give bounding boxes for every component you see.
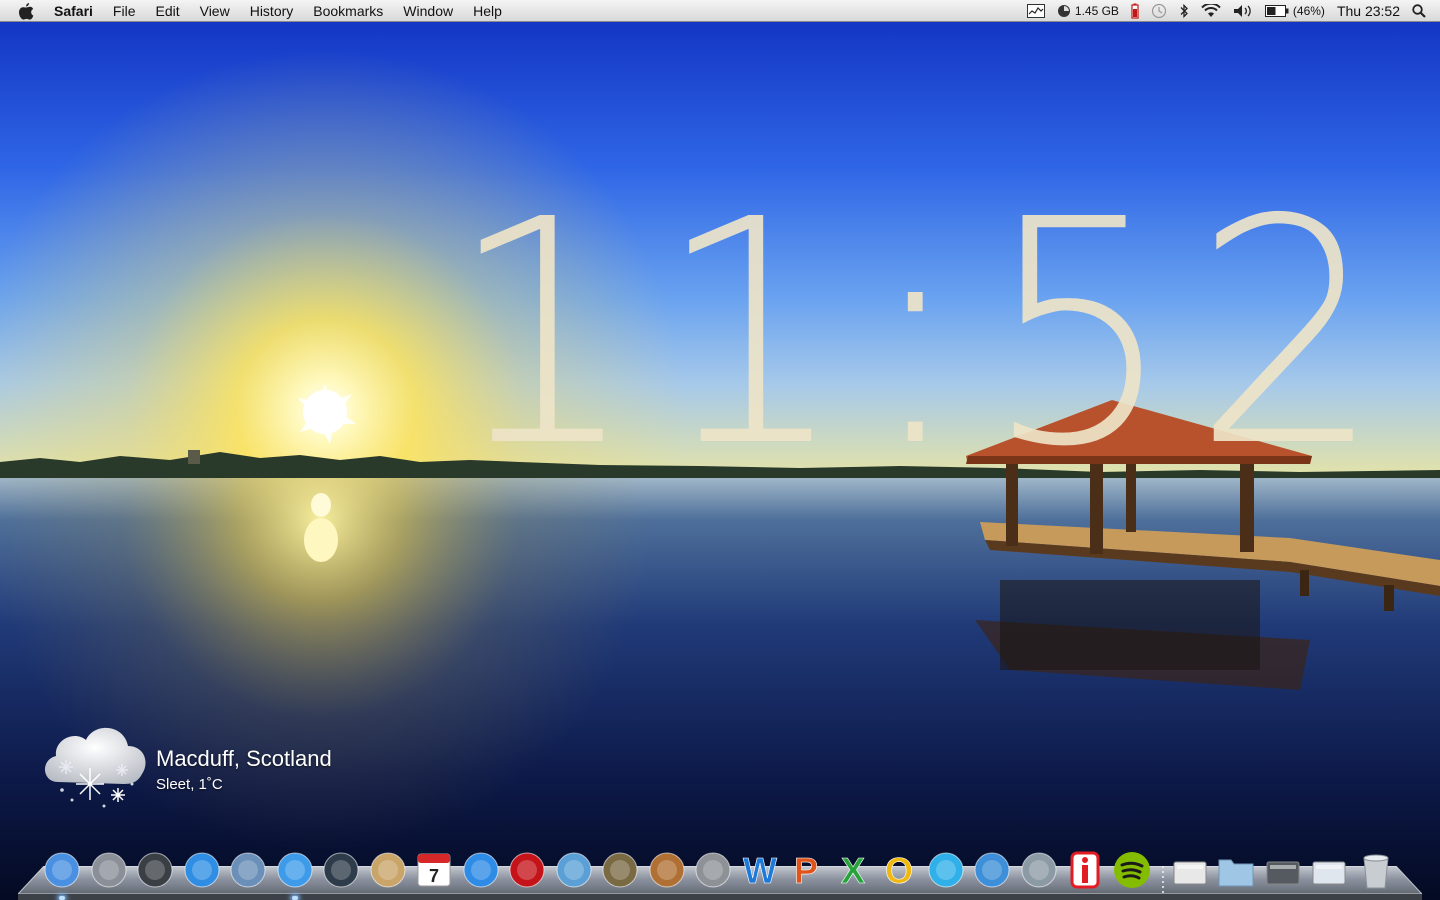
desktop-clock: 11:52: [448, 180, 1402, 490]
dock-remote-desktop-icon[interactable]: [1019, 846, 1059, 890]
menu-bookmarks[interactable]: Bookmarks: [303, 0, 393, 22]
dock-finder-icon[interactable]: [42, 846, 82, 900]
menu-history[interactable]: History: [240, 0, 304, 22]
dock: 7 WPXO: [42, 840, 1402, 900]
battery-app-icon[interactable]: [1131, 3, 1139, 19]
dock-mail-icon[interactable]: [228, 846, 268, 890]
svg-text:7: 7: [429, 866, 439, 886]
menu-window[interactable]: Window: [393, 0, 463, 22]
dock-imovie-icon[interactable]: [600, 846, 640, 890]
memory-label: 1.45 GB: [1074, 4, 1119, 18]
menu-help[interactable]: Help: [463, 0, 512, 22]
clock-hours: 11: [448, 154, 866, 515]
dock-safari-icon[interactable]: [275, 846, 315, 900]
svg-text:X: X: [840, 850, 864, 890]
dock-messenger-icon[interactable]: [926, 846, 966, 890]
menu-edit[interactable]: Edit: [145, 0, 189, 22]
clock-minutes: 52: [984, 154, 1402, 515]
battery-icon: [1264, 5, 1289, 17]
battery-status[interactable]: (46%): [1264, 4, 1325, 18]
menu-bar: Safari File Edit View History Bookmarks …: [0, 0, 1440, 22]
dock-launchpad-icon[interactable]: [89, 846, 129, 890]
weather-condition: Sleet, 1˚C: [156, 776, 223, 793]
dock-powerpoint-icon[interactable]: P: [786, 846, 826, 890]
svg-text:W: W: [743, 850, 777, 890]
dock-system-preferences-icon[interactable]: [693, 846, 733, 890]
weather-location: Macduff, Scotland: [156, 746, 332, 771]
menu-view[interactable]: View: [190, 0, 240, 22]
dock-transmission-icon[interactable]: [972, 846, 1012, 890]
dock-spotify-icon[interactable]: [1112, 846, 1152, 890]
memory-status[interactable]: 1.45 GB: [1057, 4, 1119, 18]
menu-file[interactable]: File: [103, 0, 146, 22]
status-menus: 1.45 GB (46%) Thu 23:52: [1021, 0, 1440, 22]
svg-text:P: P: [794, 850, 818, 890]
dock-facetime-icon[interactable]: [321, 846, 361, 890]
dock-documents-folder-icon[interactable]: [1216, 846, 1256, 890]
dock-photo-booth-icon[interactable]: [507, 846, 547, 890]
menu-app-name[interactable]: Safari: [54, 0, 103, 22]
dock-istat-icon[interactable]: [1065, 846, 1105, 890]
dock-itunes-icon[interactable]: [461, 846, 501, 890]
menubar-clock[interactable]: Thu 23:52: [1337, 3, 1400, 19]
weather-widget: Macduff, Scotland Sleet, 1˚C: [38, 716, 358, 816]
activity-monitor-icon[interactable]: [1026, 4, 1045, 18]
dock-screenshot-stack-icon[interactable]: [1309, 846, 1349, 890]
dock-downloads-stack-icon[interactable]: [1263, 846, 1303, 890]
battery-percent: (46%): [1292, 4, 1325, 18]
volume-icon[interactable]: [1233, 4, 1253, 18]
wifi-icon[interactable]: [1201, 4, 1221, 18]
dock-preview-stack-icon[interactable]: [1170, 846, 1210, 890]
dock-ical-icon[interactable]: 7: [414, 846, 454, 890]
memory-gauge-icon: [1057, 5, 1070, 17]
dock-trash-icon[interactable]: [1356, 846, 1396, 890]
sleet-cloud-icon: [44, 727, 146, 808]
dock-garageband-icon[interactable]: [647, 846, 687, 890]
svg-text:O: O: [885, 850, 913, 890]
spotlight-icon[interactable]: [1412, 4, 1426, 18]
clock-separator: :: [865, 154, 985, 515]
dock-separator[interactable]: [1158, 850, 1163, 894]
dock-word-icon[interactable]: W: [740, 846, 780, 890]
bluetooth-icon[interactable]: [1179, 3, 1189, 19]
apple-menu-icon[interactable]: [18, 2, 40, 20]
dock-iphoto-icon[interactable]: [554, 846, 594, 890]
dock-address-book-icon[interactable]: [368, 846, 408, 890]
time-machine-icon[interactable]: [1151, 3, 1167, 19]
running-indicator: [59, 896, 65, 900]
dock-outlook-icon[interactable]: O: [879, 846, 919, 890]
dock-dashboard-icon[interactable]: [135, 846, 175, 890]
running-indicator: [291, 896, 298, 900]
dock-excel-icon[interactable]: X: [833, 846, 873, 890]
dock-app-store-icon[interactable]: [182, 846, 222, 890]
